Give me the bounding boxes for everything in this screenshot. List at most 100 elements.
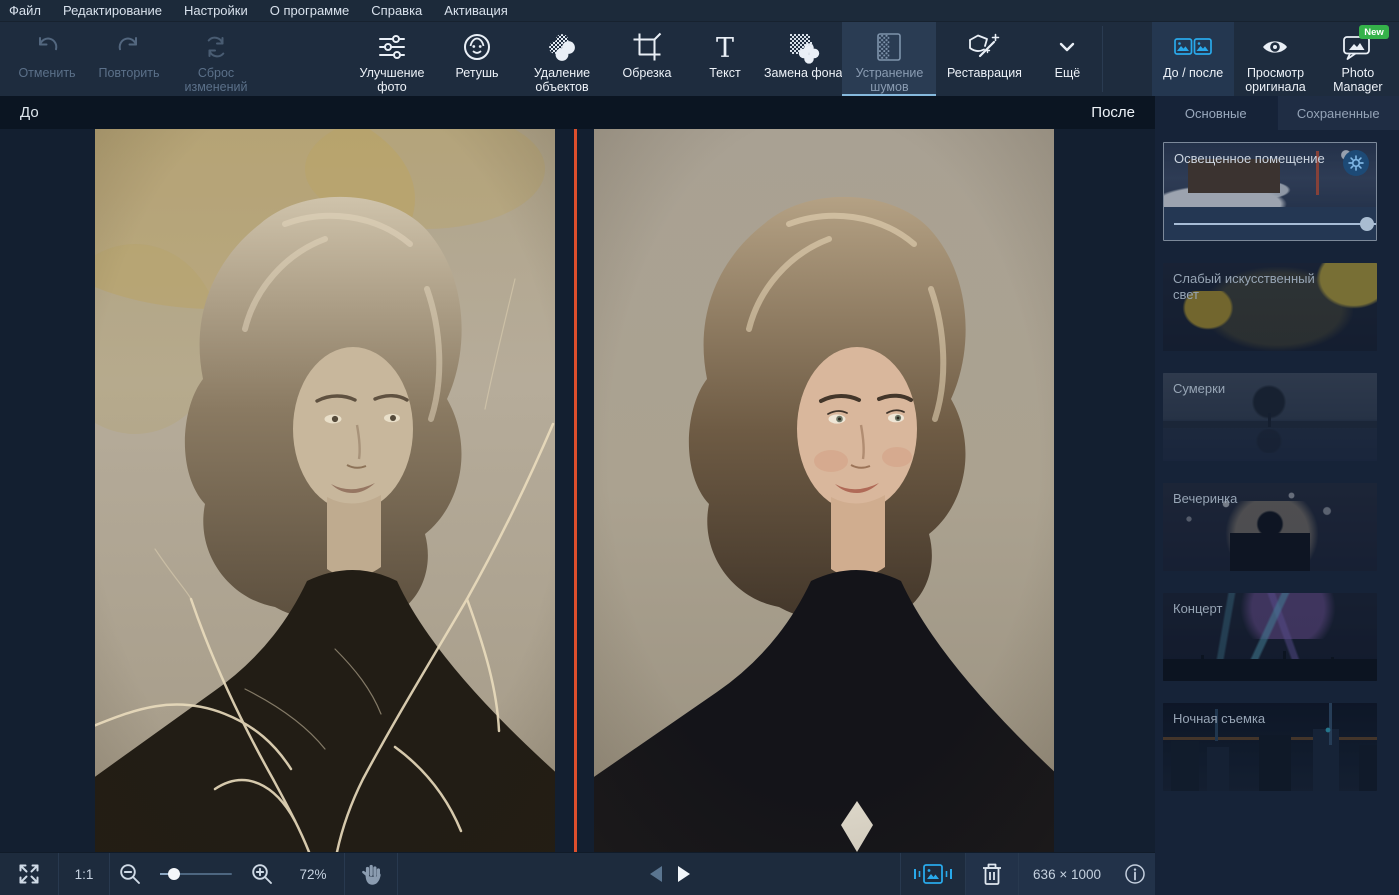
zoom-slider-knob[interactable] bbox=[168, 868, 180, 880]
preset-party[interactable]: Вечеринка bbox=[1163, 483, 1377, 571]
image-info-button[interactable] bbox=[1115, 853, 1155, 895]
delete-image-button[interactable] bbox=[966, 853, 1018, 895]
adjust-sliders-icon bbox=[375, 29, 409, 65]
tool-retouch[interactable]: Ретушь bbox=[438, 22, 516, 96]
zoom-percent[interactable]: 72% bbox=[282, 853, 344, 895]
tool-label: Обрезка bbox=[623, 66, 672, 80]
tool-restoration[interactable]: Реставрация bbox=[936, 22, 1032, 96]
eye-icon bbox=[1260, 29, 1290, 65]
menu-about[interactable]: О программе bbox=[259, 0, 361, 22]
undo-label: Отменить bbox=[18, 66, 75, 80]
denoise-icon bbox=[872, 29, 906, 65]
tab-saved[interactable]: Сохраненные bbox=[1277, 96, 1399, 130]
preset-settings-button[interactable] bbox=[1343, 150, 1369, 176]
image-size-label: 636 × 1000 bbox=[1033, 867, 1101, 882]
fit-to-screen-button[interactable] bbox=[0, 853, 58, 895]
previous-image-button[interactable] bbox=[650, 853, 678, 895]
zoom-slider[interactable] bbox=[160, 867, 232, 881]
redo-button[interactable]: Повторить bbox=[88, 22, 170, 96]
reset-label: Сброс изменений bbox=[170, 66, 262, 94]
before-label: До bbox=[20, 104, 39, 121]
actual-size-button[interactable]: 1:1 bbox=[59, 853, 109, 895]
filmstrip-icon bbox=[912, 861, 954, 887]
photo-manager-label: Photo Manager bbox=[1317, 66, 1399, 94]
view-original-button[interactable]: Просмотр оригинала bbox=[1234, 22, 1316, 96]
view-original-label: Просмотр оригинала bbox=[1234, 66, 1316, 94]
statusbar-separator bbox=[397, 853, 398, 895]
expand-icon bbox=[16, 861, 42, 887]
after-photo[interactable] bbox=[594, 129, 1054, 852]
canvas bbox=[0, 129, 1155, 852]
compare-divider-handle[interactable] bbox=[574, 129, 577, 852]
image-gallery-button[interactable] bbox=[901, 853, 965, 895]
zoom-out-button[interactable] bbox=[110, 853, 150, 895]
menu-file[interactable]: Файл bbox=[0, 0, 52, 22]
photo-manager-button[interactable]: New Photo Manager bbox=[1317, 22, 1399, 96]
redo-icon bbox=[112, 29, 146, 65]
preset-slider-fill bbox=[1174, 223, 1377, 225]
zoom-in-icon bbox=[249, 861, 275, 887]
undo-icon bbox=[30, 29, 64, 65]
preset-lit-room[interactable]: Освещенное помещение bbox=[1163, 142, 1377, 241]
reset-button[interactable]: Сброс изменений bbox=[170, 22, 262, 96]
menu-edit[interactable]: Редактирование bbox=[52, 0, 173, 22]
tool-text[interactable]: T Текст bbox=[686, 22, 764, 96]
menu-activation[interactable]: Активация bbox=[433, 0, 518, 22]
actual-size-label: 1:1 bbox=[75, 867, 94, 882]
hand-tool-button[interactable] bbox=[345, 853, 397, 895]
preset-concert[interactable]: Концерт bbox=[1163, 593, 1377, 681]
image-size: 636 × 1000 bbox=[1019, 853, 1115, 895]
presets-sidebar: Основные Сохраненные Освещенное помещени… bbox=[1155, 96, 1399, 895]
tool-denoise[interactable]: Устранение шумов bbox=[842, 22, 936, 96]
svg-text:T: T bbox=[716, 33, 734, 64]
preset-weak-artificial-light[interactable]: Слабый искусственный свет bbox=[1163, 263, 1377, 351]
gear-icon bbox=[1347, 154, 1365, 172]
tool-label: Удаление объектов bbox=[516, 66, 608, 94]
tab-basic[interactable]: Основные bbox=[1155, 96, 1277, 130]
trash-icon bbox=[979, 860, 1005, 888]
tool-remove-objects[interactable]: Удаление объектов bbox=[516, 22, 608, 96]
next-image-button[interactable] bbox=[678, 853, 690, 895]
preset-intensity-slider[interactable] bbox=[1164, 207, 1376, 240]
background-replace-icon bbox=[786, 29, 820, 65]
menu-settings[interactable]: Настройки bbox=[173, 0, 259, 22]
menu-help[interactable]: Справка bbox=[360, 0, 433, 22]
preset-twilight[interactable]: Сумерки bbox=[1163, 373, 1377, 461]
menu-bar: Файл Редактирование Настройки О программ… bbox=[0, 0, 1399, 22]
reset-icon bbox=[199, 29, 233, 65]
chevron-down-icon bbox=[1050, 29, 1084, 65]
before-photo[interactable] bbox=[95, 129, 555, 852]
preset-title: Слабый искусственный свет bbox=[1173, 271, 1333, 304]
toolbar: Отменить Повторить Сброс изменений bbox=[0, 22, 1399, 96]
preset-night-shot[interactable]: Ночная съемка bbox=[1163, 703, 1377, 791]
undo-button[interactable]: Отменить bbox=[6, 22, 88, 96]
text-icon: T bbox=[708, 29, 742, 65]
zoom-in-button[interactable] bbox=[242, 853, 282, 895]
tool-more[interactable]: Ещё bbox=[1032, 22, 1102, 96]
before-after-icon bbox=[1174, 29, 1212, 65]
tool-label: Реставрация bbox=[947, 66, 1022, 80]
tool-label: Устранение шумов bbox=[843, 66, 935, 94]
preset-title: Ночная съемка bbox=[1173, 711, 1333, 727]
new-badge: New bbox=[1359, 25, 1389, 39]
before-after-toggle[interactable]: До / после bbox=[1152, 22, 1234, 96]
zoom-percent-label: 72% bbox=[299, 867, 326, 882]
preset-slider-knob[interactable] bbox=[1360, 217, 1374, 231]
hand-icon bbox=[358, 861, 384, 887]
sidebar-tabs: Основные Сохраненные bbox=[1155, 96, 1399, 130]
view-group: До / после Просмотр оригинала bbox=[1152, 22, 1399, 96]
erase-object-icon bbox=[545, 29, 579, 65]
tool-background-replace[interactable]: Замена фона bbox=[764, 22, 842, 96]
face-icon bbox=[460, 29, 494, 65]
preset-title: Сумерки bbox=[1173, 381, 1333, 397]
preset-list: Освещенное помещение Слабый искусственны… bbox=[1155, 130, 1399, 791]
photo-editor-window: Файл Редактирование Настройки О программ… bbox=[0, 0, 1399, 895]
tool-crop[interactable]: Обрезка bbox=[608, 22, 686, 96]
redo-label: Повторить bbox=[98, 66, 159, 80]
tool-enhance[interactable]: Улучшение фото bbox=[346, 22, 438, 96]
tools-group: Улучшение фото Ретушь bbox=[346, 22, 1103, 96]
tool-label: Ещё bbox=[1055, 66, 1081, 80]
tool-label: Ретушь bbox=[456, 66, 499, 80]
tool-label: Текст bbox=[709, 66, 740, 80]
compare-header: До После bbox=[0, 96, 1155, 129]
